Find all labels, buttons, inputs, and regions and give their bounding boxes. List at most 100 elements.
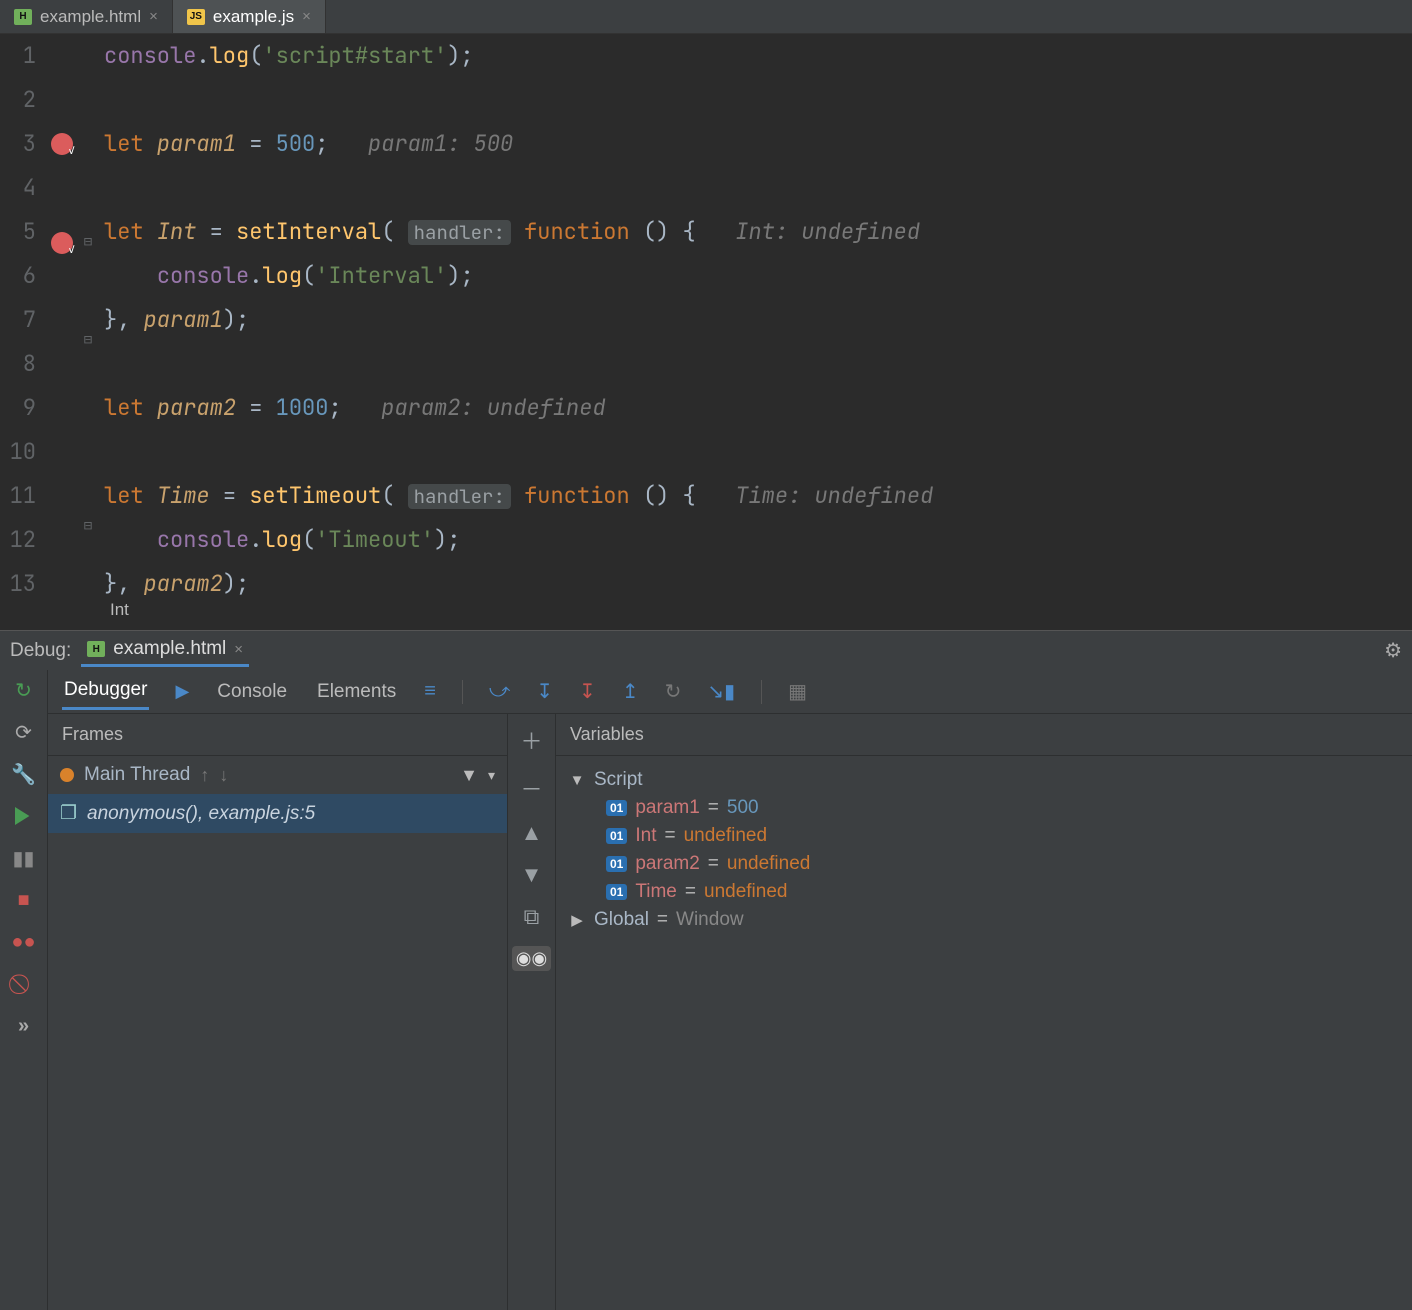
- close-icon[interactable]: ×: [149, 8, 158, 25]
- tab-example-html[interactable]: example.html ×: [0, 0, 173, 33]
- resume-button[interactable]: [10, 802, 38, 830]
- variable-row[interactable]: 01Int = undefined: [562, 822, 1406, 850]
- debug-session-tab[interactable]: example.html ×: [81, 634, 249, 667]
- line-number[interactable]: 9: [0, 386, 36, 430]
- var-badge-icon: 01: [606, 800, 627, 816]
- line-number[interactable]: 3: [0, 122, 36, 166]
- show-execution-point-button[interactable]: ≡: [424, 680, 436, 703]
- debug-label: Debug:: [10, 640, 71, 662]
- html-file-icon: [14, 9, 32, 25]
- line-number[interactable]: 10: [0, 430, 36, 474]
- code-line[interactable]: }, param2);: [104, 562, 1412, 600]
- step-into-button[interactable]: ↧: [536, 679, 553, 704]
- code-line[interactable]: let Time = setTimeout( handler: function…: [104, 474, 1412, 518]
- tab-example-js[interactable]: example.js ×: [173, 0, 326, 33]
- line-number[interactable]: 11: [0, 474, 36, 518]
- more-button[interactable]: »: [10, 1012, 38, 1040]
- breakpoint-icon[interactable]: [51, 133, 73, 155]
- force-step-into-button[interactable]: ↧: [579, 679, 596, 704]
- code-line[interactable]: [104, 78, 1412, 122]
- console-icon: ▶: [175, 681, 189, 702]
- code-line[interactable]: console.log('Interval');: [104, 254, 1412, 298]
- line-number[interactable]: 1: [0, 34, 36, 78]
- code-line[interactable]: }, param1);: [104, 298, 1412, 342]
- run-to-cursor-button[interactable]: ↘▮: [707, 679, 735, 704]
- debug-session-name: example.html: [113, 638, 226, 660]
- fold-icon[interactable]: ⊟: [78, 318, 98, 362]
- chevron-right-icon[interactable]: ▶: [568, 911, 586, 929]
- step-over-button[interactable]: ⤻: [489, 680, 510, 703]
- line-number[interactable]: 12: [0, 518, 36, 562]
- tab-label: example.js: [213, 7, 294, 27]
- breadcrumb[interactable]: Int: [0, 600, 1412, 630]
- line-number[interactable]: 8: [0, 342, 36, 386]
- thread-name: Main Thread: [84, 764, 190, 786]
- debug-tool-window-header: Debug: example.html × ⚙: [0, 630, 1412, 670]
- tab-debugger[interactable]: Debugger: [62, 673, 149, 710]
- chevron-down-icon[interactable]: ▼: [568, 772, 586, 789]
- variables-panel-header: Variables: [556, 714, 1412, 756]
- thread-selector[interactable]: Main Thread ↑ ↓ ▼ ▾: [48, 756, 507, 794]
- debug-subtabs: Debugger ▶ Console Elements ≡ ⤻ ↧ ↧ ↥ ↻ …: [48, 670, 1412, 714]
- line-number[interactable]: 13: [0, 562, 36, 600]
- evaluate-expression-button[interactable]: ▦: [788, 679, 807, 704]
- thread-status-icon: [60, 768, 74, 782]
- line-number[interactable]: 4: [0, 166, 36, 210]
- var-badge-icon: 01: [606, 856, 627, 872]
- code-line[interactable]: [104, 430, 1412, 474]
- update-button[interactable]: ⟳: [10, 718, 38, 746]
- variable-row[interactable]: 01param2 = undefined: [562, 850, 1406, 878]
- scope-global[interactable]: ▶ Global = Window: [562, 906, 1406, 934]
- var-badge-icon: 01: [606, 884, 627, 900]
- code-line[interactable]: console.log('script#start');: [104, 34, 1412, 78]
- add-watch-button[interactable]: ＋: [520, 724, 542, 756]
- chevron-down-icon[interactable]: ▾: [488, 767, 495, 784]
- stop-button[interactable]: ■: [10, 886, 38, 914]
- code-line[interactable]: console.log('Timeout');: [104, 518, 1412, 562]
- code-line[interactable]: let Int = setInterval( handler: function…: [104, 210, 1412, 254]
- remove-watch-button[interactable]: －: [520, 772, 542, 804]
- close-icon[interactable]: ×: [234, 641, 243, 658]
- frames-panel-header: Frames: [48, 714, 507, 756]
- tab-console[interactable]: Console: [215, 675, 289, 709]
- debug-tool-window: ↻ ⟳ 🔧 ▮▮ ■ ●● ⃠ » Debugger ▶ Console Ele…: [0, 670, 1412, 1310]
- variable-row[interactable]: 01Time = undefined: [562, 878, 1406, 906]
- code-line[interactable]: [104, 166, 1412, 210]
- code-line[interactable]: let param1 = 500; param1: 500: [104, 122, 1412, 166]
- tab-label: example.html: [40, 7, 141, 27]
- line-number[interactable]: 2: [0, 78, 36, 122]
- drop-frame-button[interactable]: ↻: [665, 679, 682, 704]
- rerun-button[interactable]: ↻: [10, 676, 38, 704]
- mute-breakpoints-button[interactable]: ⃠: [10, 970, 38, 998]
- code-line[interactable]: let param2 = 1000; param2: undefined: [104, 386, 1412, 430]
- gear-icon[interactable]: ⚙: [1384, 638, 1402, 663]
- js-file-icon: [187, 9, 205, 25]
- code-editor[interactable]: 123456789101112131415 ⊟⊟⊟⊟ console.log('…: [0, 34, 1412, 600]
- fold-icon[interactable]: ⊟: [78, 504, 98, 548]
- settings-button[interactable]: 🔧: [10, 760, 38, 788]
- variables-toolbar: ＋ － ▲ ▼ ⧉ ◉◉: [508, 714, 556, 1310]
- line-number[interactable]: 6: [0, 254, 36, 298]
- line-number[interactable]: 5: [0, 210, 36, 254]
- scope-script[interactable]: ▼ Script: [562, 766, 1406, 794]
- close-icon[interactable]: ×: [302, 8, 311, 25]
- stack-frame[interactable]: ❐ anonymous(), example.js:5: [48, 794, 507, 833]
- html-file-icon: [87, 641, 105, 657]
- variables-tree[interactable]: ▼ Script 01param1 = 50001Int = undefined…: [556, 756, 1412, 944]
- move-down-button[interactable]: ▼: [521, 862, 543, 888]
- tab-elements[interactable]: Elements: [315, 675, 398, 709]
- fold-icon[interactable]: ⊟: [78, 220, 98, 264]
- move-up-button[interactable]: ▲: [521, 820, 543, 846]
- variable-row[interactable]: 01param1 = 500: [562, 794, 1406, 822]
- copy-button[interactable]: ⧉: [524, 904, 540, 930]
- filter-icon[interactable]: ▼: [460, 765, 478, 786]
- breakpoint-icon[interactable]: [51, 232, 73, 254]
- next-frame-button[interactable]: ↓: [219, 765, 228, 786]
- view-breakpoints-button[interactable]: ●●: [10, 928, 38, 956]
- watches-view-button[interactable]: ◉◉: [512, 946, 551, 971]
- line-number[interactable]: 7: [0, 298, 36, 342]
- pause-button[interactable]: ▮▮: [10, 844, 38, 872]
- code-line[interactable]: [104, 342, 1412, 386]
- prev-frame-button[interactable]: ↑: [200, 765, 209, 786]
- step-out-button[interactable]: ↥: [622, 679, 639, 704]
